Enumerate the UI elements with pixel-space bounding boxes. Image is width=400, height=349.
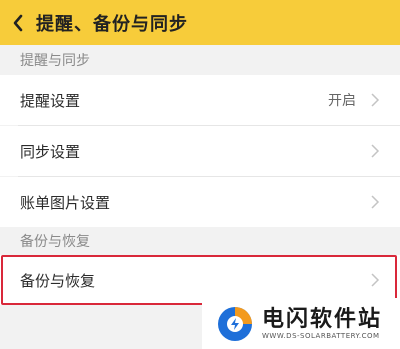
chevron-right-icon bbox=[371, 195, 380, 209]
row-label: 同步设置 bbox=[20, 142, 81, 161]
app-header: 提醒、备份与同步 bbox=[0, 0, 400, 45]
row-label: 备份与恢复 bbox=[20, 271, 96, 290]
row-value: 开启 bbox=[328, 93, 356, 109]
back-button[interactable] bbox=[0, 0, 36, 45]
section-header-reminder-sync: 提醒与同步 bbox=[20, 53, 90, 69]
chevron-right-icon bbox=[371, 273, 380, 287]
row-label: 账单图片设置 bbox=[20, 193, 111, 212]
row-label: 提醒设置 bbox=[20, 91, 81, 110]
watermark: 电闪软件站 WWW.DS-SOLARBATTERY.COM bbox=[202, 298, 400, 349]
sync-settings-row[interactable]: 同步设置 bbox=[0, 126, 400, 176]
page-title: 提醒、备份与同步 bbox=[36, 13, 188, 35]
section-header-backup-restore: 备份与恢复 bbox=[20, 234, 90, 250]
bill-image-settings-row[interactable]: 账单图片设置 bbox=[0, 177, 400, 227]
site-logo-icon bbox=[218, 306, 252, 341]
chevron-right-icon bbox=[371, 93, 380, 107]
watermark-name: 电闪软件站 bbox=[262, 306, 383, 332]
reminder-settings-row[interactable]: 提醒设置 开启 bbox=[0, 75, 400, 125]
chevron-left-icon bbox=[13, 14, 23, 31]
watermark-url: WWW.DS-SOLARBATTERY.COM bbox=[262, 331, 380, 340]
chevron-right-icon bbox=[371, 144, 380, 158]
